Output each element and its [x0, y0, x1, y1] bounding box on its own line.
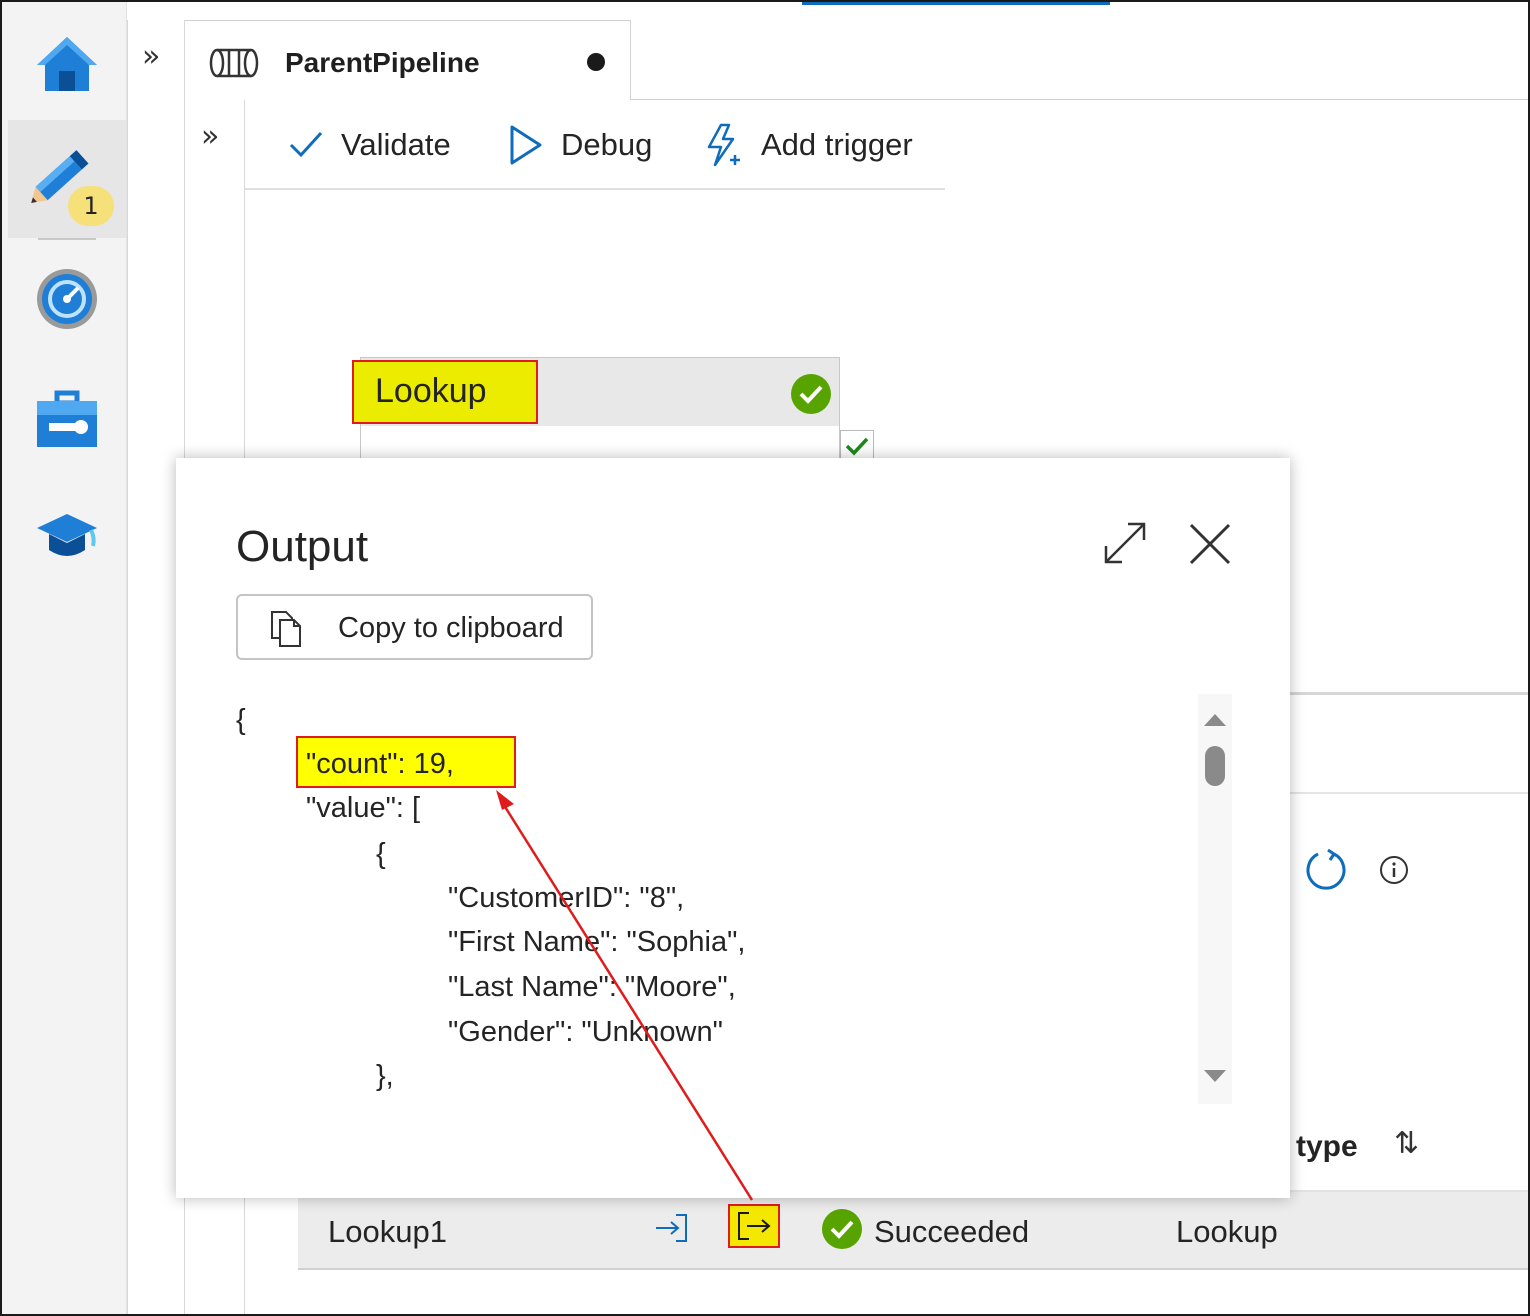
- scroll-up-arrow-icon[interactable]: [1204, 714, 1226, 726]
- code-line: "value": [: [306, 792, 421, 824]
- green-check-icon: [845, 437, 869, 456]
- unsaved-indicator-dot: [587, 53, 605, 71]
- learning-center-icon: [37, 514, 97, 556]
- activity-header: Lookup: [352, 358, 839, 426]
- lightning-add-icon: [707, 123, 740, 167]
- code-line-count: "count": 19,: [306, 748, 454, 780]
- info-icon[interactable]: [1379, 855, 1409, 885]
- copy-to-clipboard-button[interactable]: Copy to clipboard: [236, 594, 593, 660]
- status-cell: Succeeded: [874, 1214, 1030, 1249]
- type-cell: Lookup: [1176, 1214, 1278, 1249]
- nav-home[interactable]: [8, 4, 126, 122]
- lookup-activity-node[interactable]: Lookup: [352, 357, 840, 467]
- code-line: "Gender": "Unknown": [448, 1016, 723, 1048]
- sort-icon[interactable]: ⇅: [1394, 1126, 1419, 1161]
- nav-manage[interactable]: [8, 360, 126, 478]
- tab-bar: ParentPipeline: [185, 20, 1528, 100]
- success-check-icon: [791, 374, 831, 414]
- manage-toolbox-icon: [37, 390, 97, 447]
- code-line: {: [236, 704, 246, 736]
- play-icon: [510, 125, 542, 165]
- pipeline-toolbar: Validate Debug Add trigger: [245, 100, 945, 190]
- json-output: { "count": 19, "value": [ { "CustomerID"…: [236, 700, 1196, 1110]
- nav-learning-center[interactable]: [8, 478, 126, 596]
- json-scrollbar[interactable]: [1198, 694, 1232, 1104]
- code-line: "CustomerID": "8",: [448, 882, 685, 914]
- close-icon[interactable]: [1188, 522, 1232, 566]
- output-panel-divider: [1290, 792, 1528, 794]
- nav-author[interactable]: [8, 120, 126, 238]
- pipeline-icon: [209, 48, 259, 78]
- output-icon: [738, 1212, 771, 1240]
- code-line: },: [376, 1060, 394, 1092]
- success-check-icon: [822, 1209, 862, 1249]
- input-icon[interactable]: [654, 1213, 690, 1243]
- dialog-title: Output: [236, 522, 369, 571]
- tab-parent-pipeline[interactable]: ParentPipeline: [185, 20, 631, 100]
- tab-title: ParentPipeline: [285, 47, 480, 78]
- refresh-icon[interactable]: [1304, 848, 1348, 892]
- table-row[interactable]: Lookup1 Succeeded Lookup: [298, 1192, 1528, 1270]
- activity-title: Lookup: [375, 372, 487, 410]
- add-trigger-button[interactable]: Add trigger: [705, 120, 913, 170]
- scroll-thumb[interactable]: [1205, 746, 1225, 786]
- checkmark-icon: [289, 131, 323, 158]
- expand-resources-chevron-icon[interactable]: »: [142, 42, 160, 72]
- output-dialog: Output Copy to clipboard { "count": 19, …: [176, 458, 1290, 1198]
- app-window: 1 » ParentPipeline » Validate Debug Add …: [0, 0, 1530, 1316]
- validate-label: Validate: [341, 127, 451, 162]
- nav-monitor[interactable]: [8, 240, 126, 358]
- debug-label: Debug: [561, 127, 653, 162]
- expand-activities-chevron-icon[interactable]: »: [201, 122, 219, 152]
- code-line: "First Name": "Sophia",: [448, 926, 746, 958]
- scroll-down-arrow-icon[interactable]: [1204, 1070, 1226, 1082]
- column-header-type[interactable]: type: [1296, 1130, 1358, 1164]
- expand-icon[interactable]: [1102, 520, 1148, 566]
- output-button[interactable]: [728, 1204, 780, 1248]
- add-trigger-label: Add trigger: [761, 127, 913, 162]
- debug-button[interactable]: Debug: [509, 120, 652, 170]
- validate-button[interactable]: Validate: [289, 120, 451, 170]
- selection-indicator: [802, 2, 1110, 5]
- pending-changes-badge: 1: [68, 186, 114, 226]
- activity-name-cell: Lookup1: [328, 1214, 447, 1249]
- copy-label: Copy to clipboard: [338, 612, 564, 644]
- monitor-gauge-icon: [37, 269, 97, 329]
- left-nav-rail: 1: [2, 2, 127, 1314]
- code-line: {: [376, 838, 386, 870]
- output-panel-border: [1290, 692, 1528, 695]
- code-line: "Last Name": "Moore",: [448, 971, 736, 1003]
- home-icon: [37, 37, 97, 91]
- copy-icon: [271, 611, 301, 647]
